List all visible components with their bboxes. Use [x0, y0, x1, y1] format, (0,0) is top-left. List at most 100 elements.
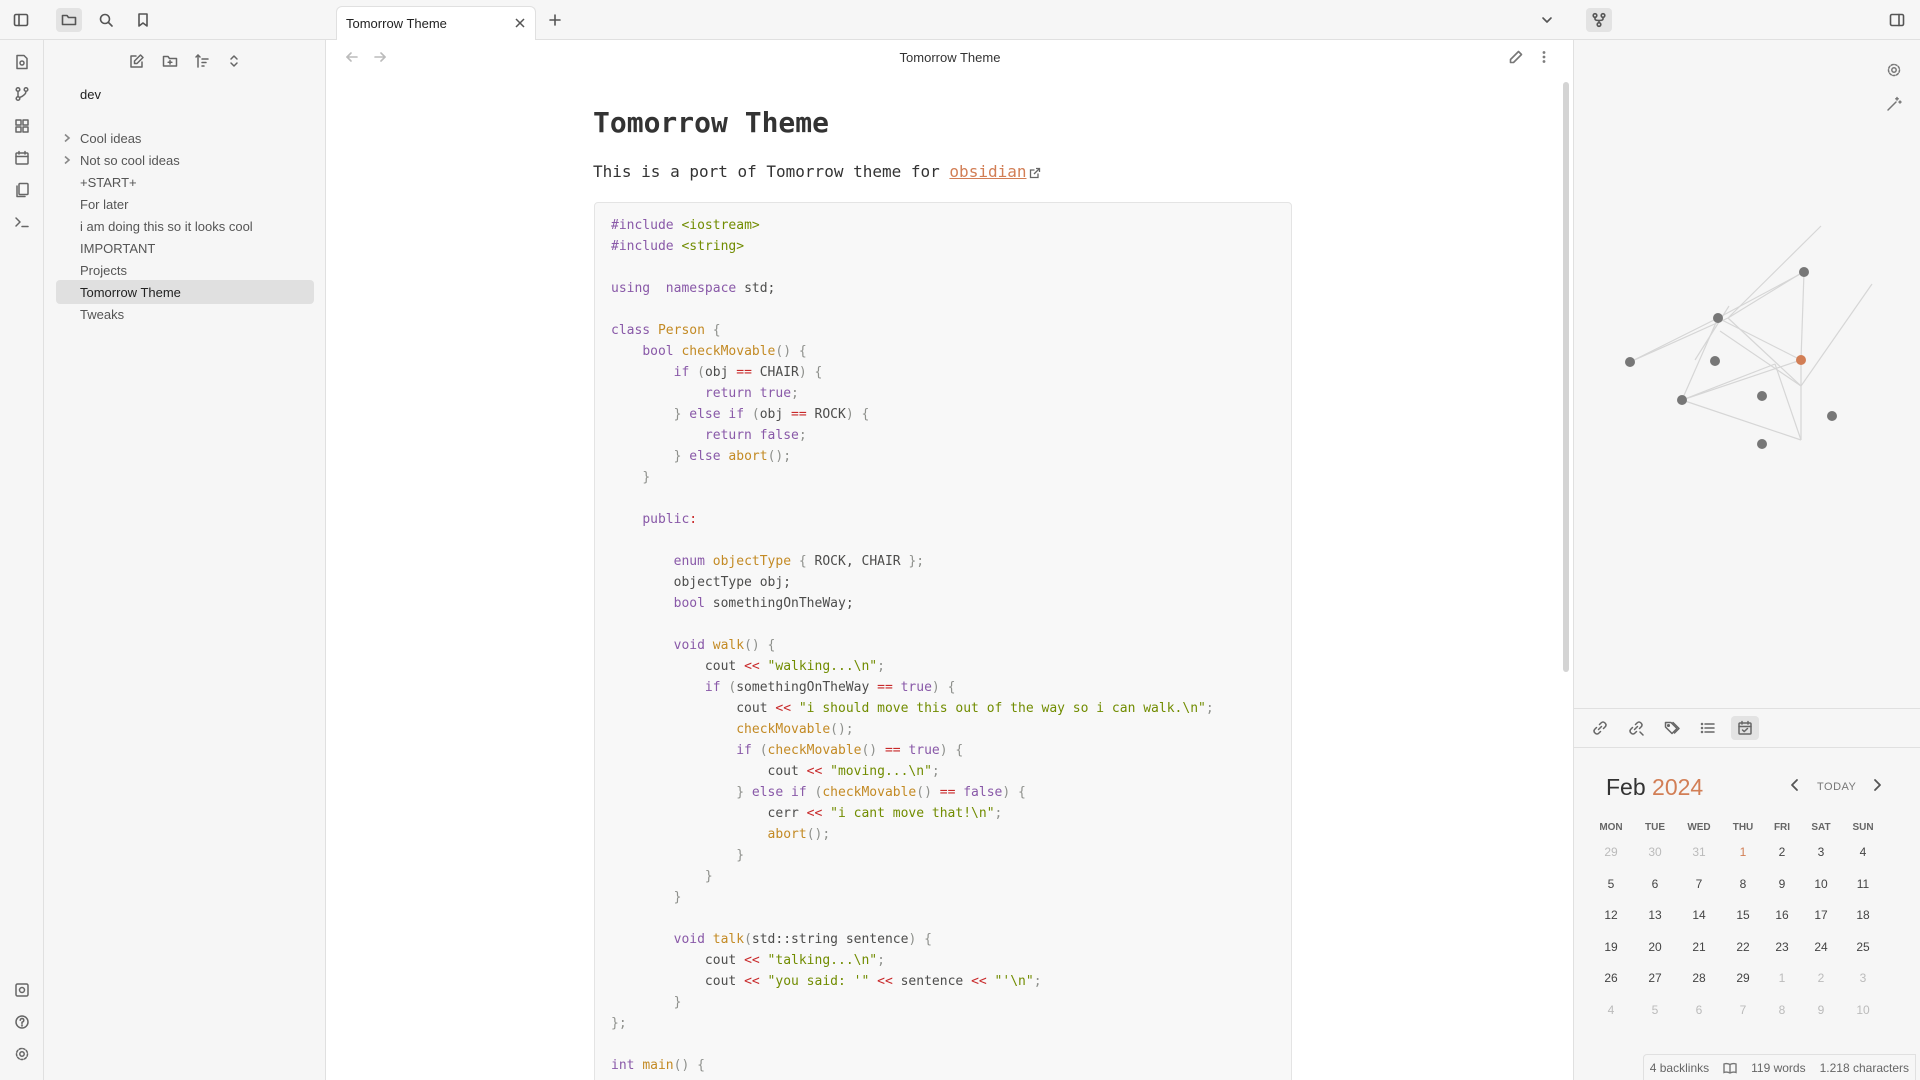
new-note-button[interactable] [126, 50, 148, 72]
folder-item[interactable]: Not so cool ideas [56, 148, 314, 172]
calendar-day[interactable]: 9 [1801, 1003, 1841, 1017]
bookmarks-tab-button[interactable] [130, 8, 156, 32]
view-header-title[interactable]: Tomorrow Theme [327, 50, 1573, 65]
chevron-right-icon[interactable] [62, 133, 72, 143]
chevron-right-icon[interactable] [62, 155, 72, 165]
calendar-day[interactable]: 31 [1679, 845, 1719, 859]
calendar-day[interactable]: 11 [1843, 877, 1883, 891]
close-icon[interactable] [513, 16, 527, 30]
graph-node[interactable] [1710, 356, 1720, 366]
graph-view-button[interactable] [1586, 8, 1612, 32]
calendar-day[interactable]: 3 [1801, 845, 1841, 859]
calendar-day[interactable]: 2 [1762, 845, 1802, 859]
calendar-day[interactable]: 6 [1635, 877, 1675, 891]
calendar-day[interactable]: 2 [1801, 971, 1841, 985]
calendar-day[interactable]: 26 [1591, 971, 1631, 985]
file-item[interactable]: i am doing this so it looks cool [56, 214, 314, 238]
help-button[interactable] [10, 1010, 34, 1034]
calendar-day[interactable]: 13 [1635, 908, 1675, 922]
more-options-button[interactable] [1537, 50, 1555, 68]
calendar-day[interactable]: 1 [1762, 971, 1802, 985]
calendar-day[interactable]: 18 [1843, 908, 1883, 922]
graph-node[interactable] [1713, 313, 1723, 323]
tab-calendar[interactable] [1731, 716, 1759, 740]
open-daily-note-button[interactable] [10, 146, 34, 170]
toggle-right-sidebar-button[interactable] [1884, 8, 1910, 32]
new-tab-button[interactable] [542, 8, 568, 32]
tab-outline[interactable] [1694, 716, 1722, 740]
tab-outgoing-links[interactable] [1622, 716, 1650, 740]
tab-tags[interactable] [1658, 716, 1686, 740]
calendar-day[interactable]: 24 [1801, 940, 1841, 954]
external-link[interactable]: obsidian [949, 162, 1026, 181]
calendar-day[interactable]: 14 [1679, 908, 1719, 922]
calendar-day[interactable]: 30 [1635, 845, 1675, 859]
files-tab-button[interactable] [56, 8, 82, 32]
folder-item[interactable]: Cool ideas [56, 126, 314, 150]
calendar-day[interactable]: 29 [1591, 845, 1631, 859]
calendar-day[interactable]: 12 [1591, 908, 1631, 922]
calendar-day[interactable]: 19 [1591, 940, 1631, 954]
calendar-day[interactable]: 8 [1762, 1003, 1802, 1017]
open-vault-button[interactable] [10, 978, 34, 1002]
calendar-day[interactable]: 10 [1843, 1003, 1883, 1017]
calendar-day[interactable]: 7 [1723, 1003, 1763, 1017]
next-month-button[interactable] [1870, 778, 1888, 796]
calendar-day[interactable]: 4 [1591, 1003, 1631, 1017]
file-item[interactable]: For later [56, 192, 314, 216]
open-quick-switcher-button[interactable] [10, 50, 34, 74]
calendar-day[interactable]: 28 [1679, 971, 1719, 985]
graph-node[interactable] [1757, 439, 1767, 449]
calendar-day[interactable]: 25 [1843, 940, 1883, 954]
calendar-day[interactable]: 10 [1801, 877, 1841, 891]
calendar-day[interactable]: 9 [1762, 877, 1802, 891]
calendar-day[interactable]: 23 [1762, 940, 1802, 954]
graph-node[interactable] [1625, 357, 1635, 367]
previous-month-button[interactable] [1788, 778, 1806, 796]
calendar-day[interactable]: 16 [1762, 908, 1802, 922]
open-canvas-button[interactable] [10, 114, 34, 138]
graph-node[interactable] [1677, 395, 1687, 405]
scrollbar[interactable] [1563, 82, 1569, 672]
tab-backlinks[interactable] [1586, 716, 1614, 740]
calendar-day[interactable]: 21 [1679, 940, 1719, 954]
graph-node[interactable] [1799, 267, 1809, 277]
tab-list-dropdown[interactable] [1534, 8, 1560, 32]
calendar-day[interactable]: 8 [1723, 877, 1763, 891]
new-folder-button[interactable] [159, 50, 181, 72]
graph-node[interactable] [1757, 391, 1767, 401]
calendar-day[interactable]: 22 [1723, 940, 1763, 954]
calendar-day[interactable]: 5 [1635, 1003, 1675, 1017]
collapse-all-button[interactable] [223, 50, 245, 72]
calendar-day[interactable]: 27 [1635, 971, 1675, 985]
tab-tomorrow-theme[interactable]: Tomorrow Theme [336, 6, 536, 40]
open-graph-view-button[interactable] [10, 82, 34, 106]
calendar-day[interactable]: 4 [1843, 845, 1883, 859]
file-item[interactable]: Tomorrow Theme [56, 280, 314, 304]
calendar-day[interactable]: 20 [1635, 940, 1675, 954]
today-button[interactable]: TODAY [1817, 781, 1856, 793]
calendar-day[interactable]: 29 [1723, 971, 1763, 985]
calendar-day[interactable]: 3 [1843, 971, 1883, 985]
calendar-day[interactable]: 15 [1723, 908, 1763, 922]
calendar-day[interactable]: 1 [1723, 845, 1763, 859]
book-open-icon[interactable] [1723, 1061, 1737, 1075]
graph-node[interactable] [1827, 411, 1837, 421]
sort-button[interactable] [191, 50, 213, 72]
graph-node-current[interactable] [1796, 355, 1806, 365]
settings-button[interactable] [10, 1042, 34, 1066]
local-graph[interactable] [1574, 40, 1920, 708]
file-item[interactable]: Tweaks [56, 302, 314, 326]
toggle-left-sidebar-button[interactable] [8, 8, 34, 32]
file-item[interactable]: +START+ [56, 170, 314, 194]
calendar-day[interactable]: 5 [1591, 877, 1631, 891]
file-item[interactable]: IMPORTANT [56, 236, 314, 260]
file-item[interactable]: Projects [56, 258, 314, 282]
backlinks-count[interactable]: 4 backlinks [1650, 1061, 1709, 1075]
insert-template-button[interactable] [10, 178, 34, 202]
search-tab-button[interactable] [93, 8, 119, 32]
calendar-day[interactable]: 6 [1679, 1003, 1719, 1017]
edit-mode-button[interactable] [1509, 50, 1527, 68]
open-command-palette-button[interactable] [10, 210, 34, 234]
calendar-day[interactable]: 7 [1679, 877, 1719, 891]
